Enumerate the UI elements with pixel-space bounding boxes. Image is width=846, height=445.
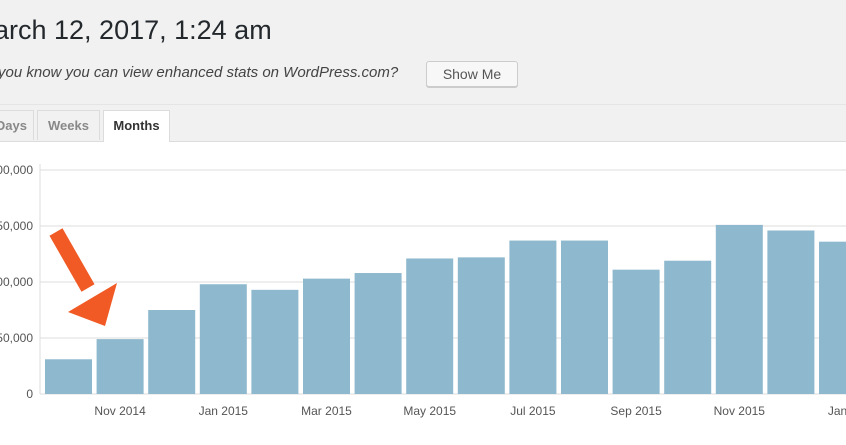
- bars: [45, 224, 846, 394]
- bar: [509, 240, 557, 394]
- bar: [199, 284, 247, 394]
- bar: [96, 339, 144, 394]
- bar: [457, 257, 505, 394]
- monthly-views-chart: 050,00000,00050,00000,000 Nov 2014Jan 20…: [0, 163, 846, 418]
- x-tick-label: Mar 2015: [301, 404, 352, 418]
- x-tick-label: Jan 2015: [199, 404, 249, 418]
- y-tick-label: 50,000: [0, 219, 33, 233]
- x-tick-label: Nov 2015: [714, 404, 766, 418]
- bar: [251, 289, 299, 394]
- bar: [45, 359, 92, 394]
- x-tick-label: Sep 2015: [610, 404, 662, 418]
- x-tick-label: Jul 2015: [510, 404, 556, 418]
- arrow-shaft: [49, 228, 95, 292]
- show-me-button[interactable]: Show Me: [426, 61, 518, 87]
- x-tick-label: May 2015: [403, 404, 456, 418]
- arrow-annotation: [49, 228, 117, 326]
- y-tick-label: 00,000: [0, 163, 33, 177]
- bar: [819, 241, 846, 394]
- bar: [148, 310, 196, 394]
- bar: [664, 260, 712, 394]
- promo-text: you know you can view enhanced stats on …: [0, 64, 399, 81]
- x-tick-label: Nov 2014: [94, 404, 146, 418]
- tab-days[interactable]: Days: [0, 110, 34, 140]
- bar: [406, 258, 454, 394]
- bar: [354, 273, 402, 394]
- y-tick-label: 00,000: [0, 275, 33, 289]
- bar: [612, 269, 660, 394]
- tab-weeks[interactable]: Weeks: [37, 110, 100, 140]
- y-tick-label: 50,000: [0, 331, 33, 345]
- x-axis-labels: Nov 2014 Jan 2015 Mar 2015 May 2015 Jul 2015…: [94, 404, 846, 418]
- x-tick-label: Jan 2: [828, 404, 846, 418]
- arrow-head: [68, 283, 117, 326]
- tab-months[interactable]: Months: [103, 110, 170, 142]
- page-title: arch 12, 2017, 1:24 am: [0, 15, 272, 45]
- bar: [561, 240, 608, 394]
- bar: [303, 278, 350, 394]
- bar: [715, 224, 763, 394]
- y-tick-label: 0: [26, 387, 33, 401]
- y-axis-labels: 0 50,000 00,000 50,000 00,000: [0, 163, 33, 401]
- bar: [767, 230, 815, 394]
